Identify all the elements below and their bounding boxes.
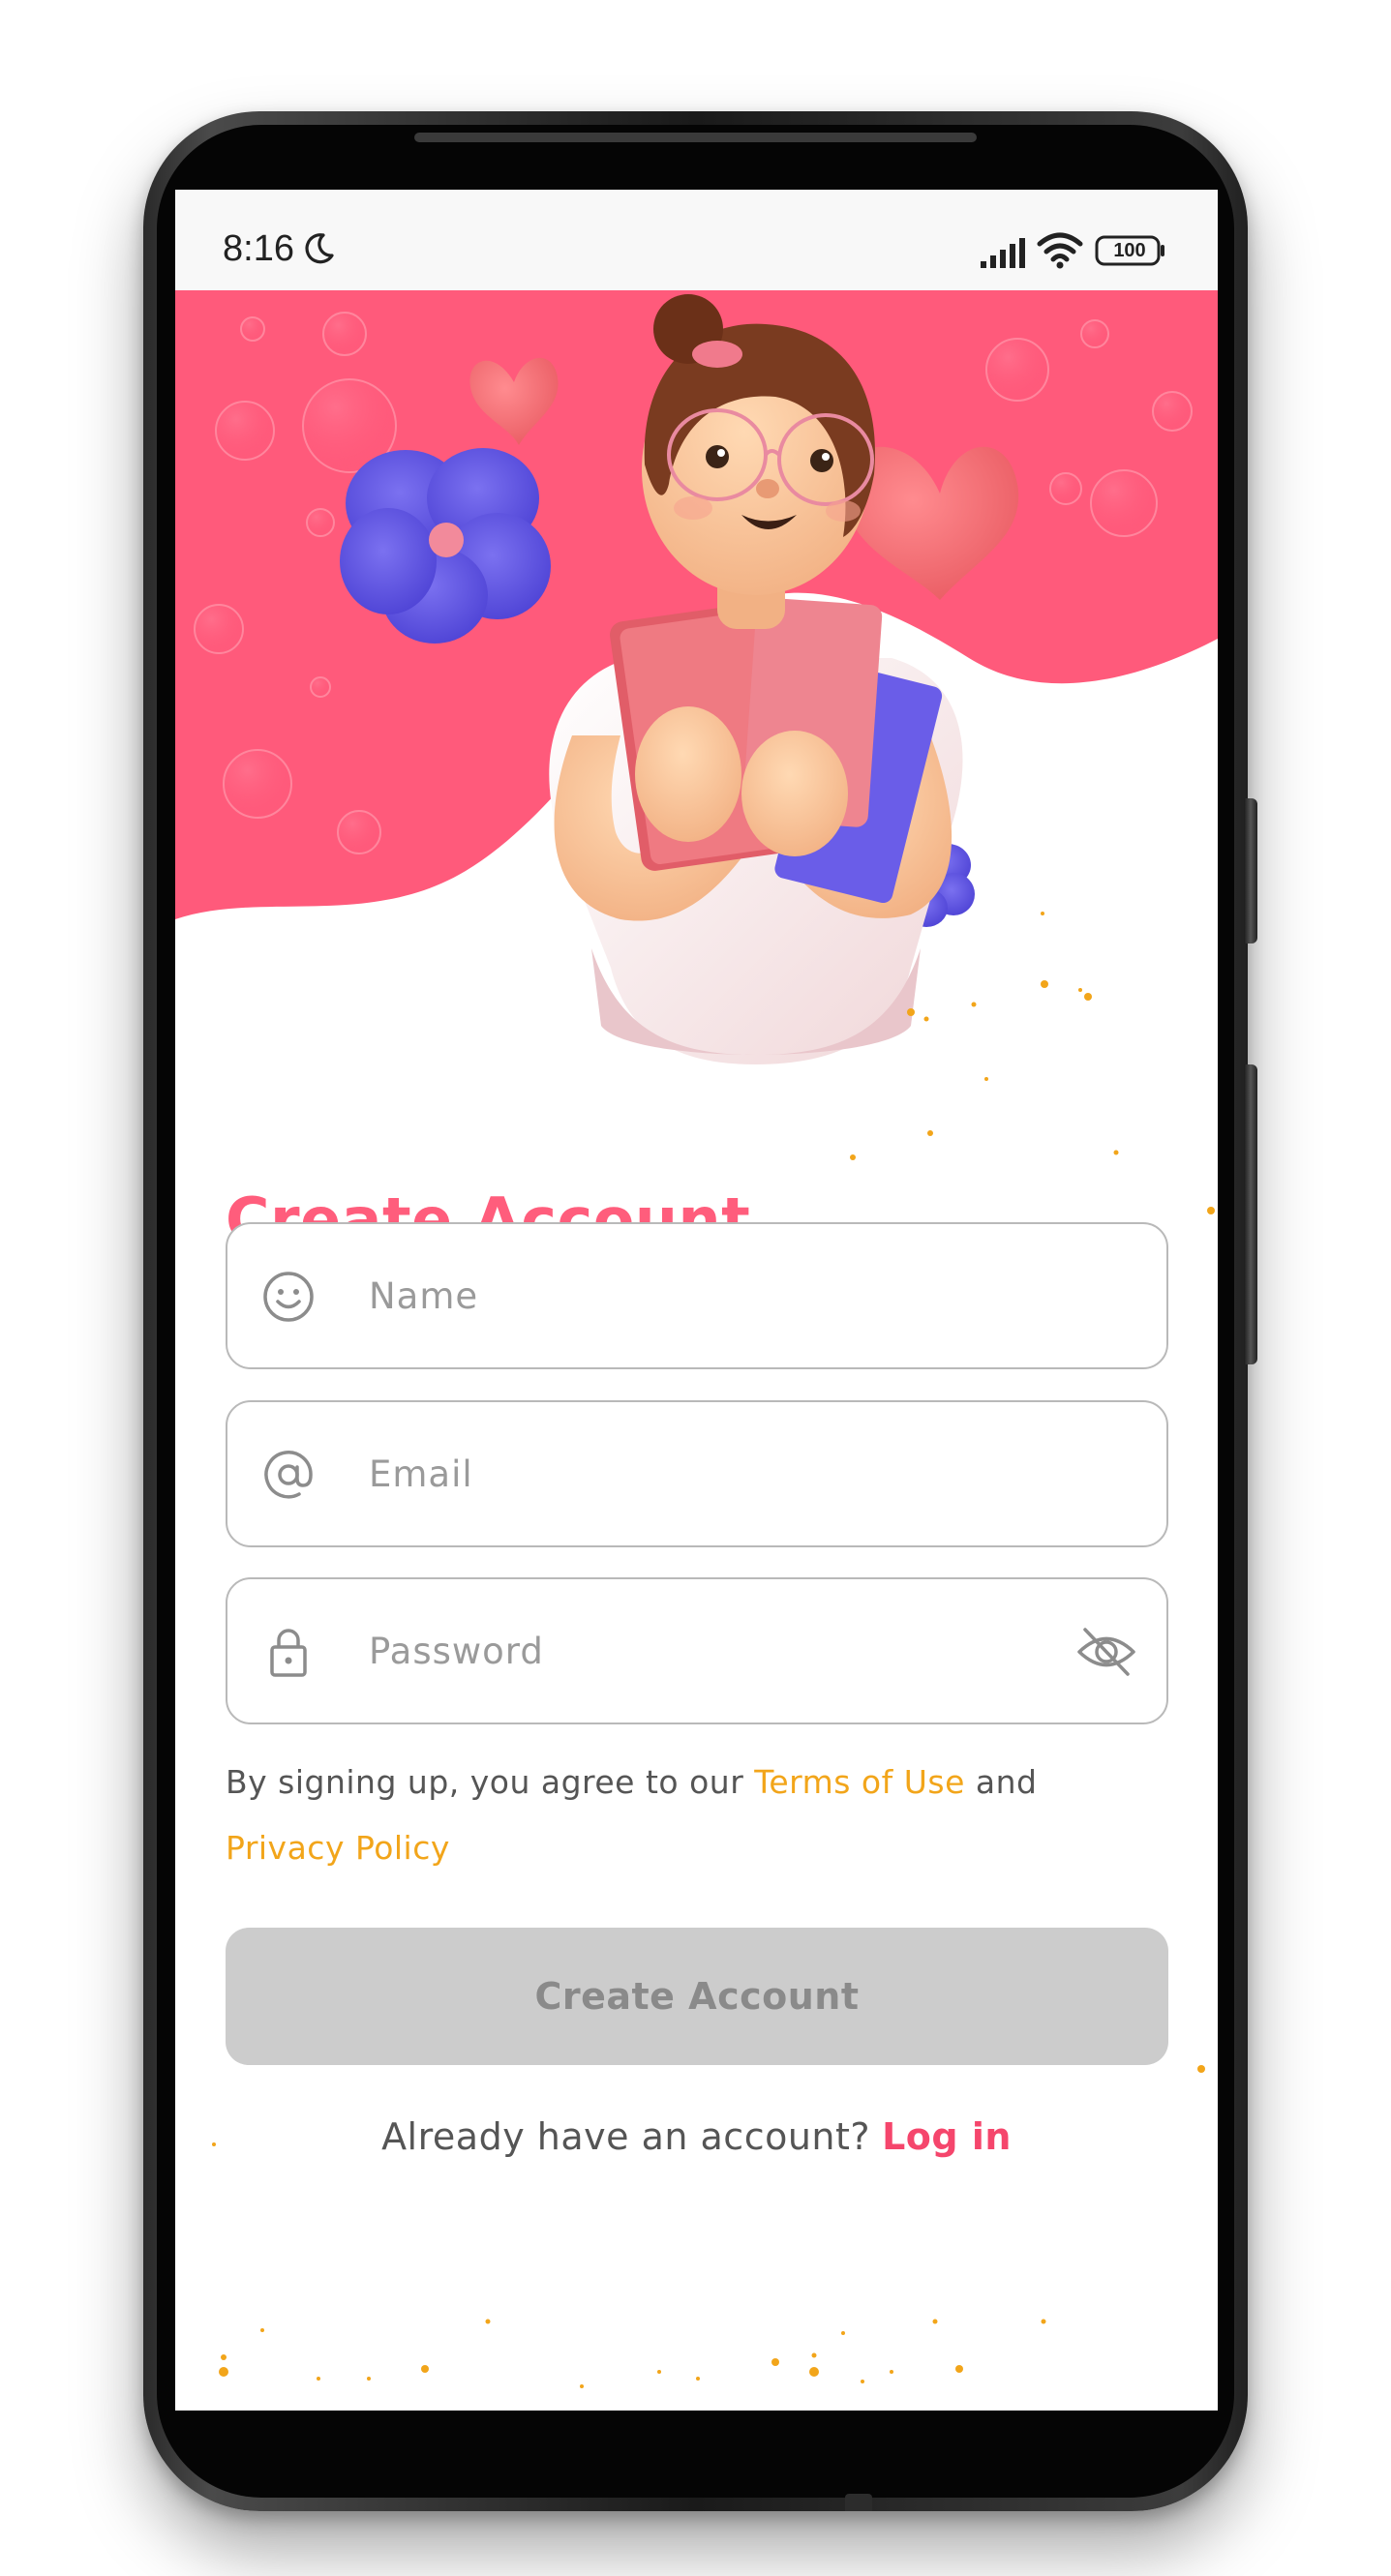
smiley-icon	[263, 1272, 314, 1322]
status-bar: 8:16 100	[175, 190, 1218, 290]
email-input[interactable]	[367, 1402, 1103, 1545]
battery-level: 100	[1113, 240, 1146, 261]
wifi-icon	[1037, 232, 1083, 269]
terms-text: By signing up, you agree to our Terms of…	[226, 1750, 1168, 1881]
name-field[interactable]	[226, 1222, 1168, 1369]
email-field[interactable]	[226, 1400, 1168, 1547]
phone-earpiece	[414, 133, 977, 142]
app-screen: 8:16 100 Create Account Name Email By si…	[175, 190, 1218, 2411]
status-time: 8:16	[223, 228, 294, 269]
password-field[interactable]	[226, 1577, 1168, 1724]
hero-illustration	[175, 290, 1218, 1064]
signal-icon	[981, 238, 1025, 268]
login-prompt-row: Already have an account? Log in	[175, 2115, 1218, 2158]
terms-middle: and	[964, 1763, 1038, 1801]
login-prompt: Already have an account?	[381, 2115, 871, 2158]
phone-bottom-port	[845, 2494, 872, 2511]
terms-prefix: By signing up, you agree to our	[226, 1763, 755, 1801]
phone-volume-button	[1244, 1064, 1257, 1364]
login-link[interactable]: Log in	[882, 2115, 1012, 2158]
moon-icon	[305, 233, 334, 264]
terms-of-use-link[interactable]: Terms of Use	[754, 1763, 965, 1801]
at-sign-icon	[264, 1451, 313, 1499]
privacy-policy-link[interactable]: Privacy Policy	[226, 1829, 450, 1867]
lock-icon	[270, 1629, 307, 1677]
eye-off-icon[interactable]	[1075, 1624, 1137, 1680]
create-account-button[interactable]: Create Account	[226, 1928, 1168, 2065]
phone-power-button	[1244, 798, 1257, 944]
name-input[interactable]	[367, 1224, 1103, 1367]
password-input[interactable]	[367, 1579, 1103, 1722]
